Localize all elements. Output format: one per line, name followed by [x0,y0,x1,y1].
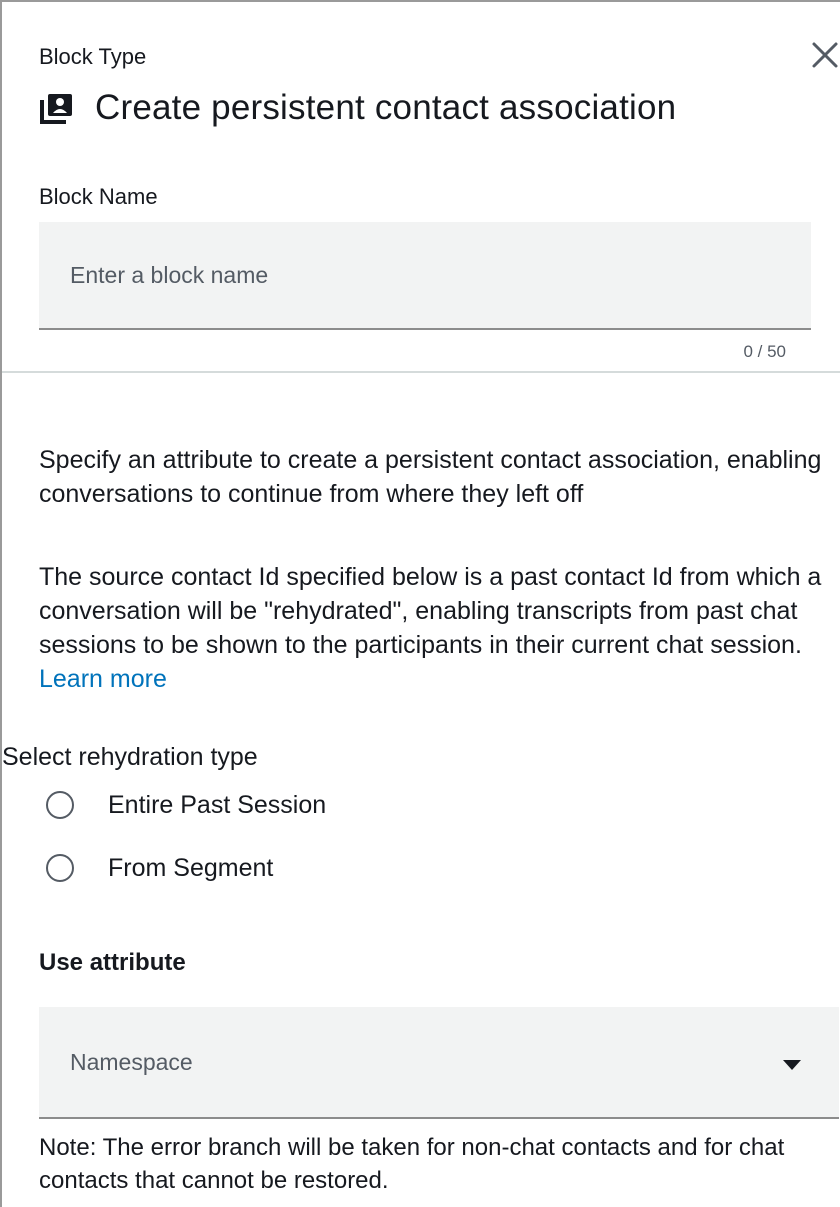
radio-from-segment[interactable]: From Segment [46,851,273,885]
char-count: 0 / 50 [743,342,786,361]
block-type-label: Block Type [39,44,147,69]
contact-card-icon [39,90,75,126]
caret-down-icon [783,1058,801,1076]
namespace-dropdown[interactable]: Namespace [39,1007,839,1119]
rehydration-type-label: Select rehydration type [2,743,258,771]
learn-more-link[interactable]: Learn more [39,665,167,693]
radio-label: Entire Past Session [108,790,327,819]
close-icon[interactable] [808,38,840,72]
rehydration-info-paragraph: The source contact Id specified below is… [39,560,839,696]
radio-entire-past-session[interactable]: Entire Past Session [46,788,326,822]
block-config-panel: Block Type Create persistent contact ass… [0,0,840,1207]
radio-label: From Segment [108,853,274,882]
section-divider [2,371,840,373]
block-title-row: Create persistent contact association [39,86,676,130]
use-attribute-label: Use attribute [39,949,186,976]
description-paragraph: Specify an attribute to create a persist… [39,446,822,508]
block-name-input[interactable] [39,222,811,330]
rehydration-info-text: The source contact Id specified below is… [39,563,822,659]
block-title: Create persistent contact association [95,88,677,127]
error-branch-note: Note: The error branch will be taken for… [39,1134,785,1194]
namespace-value: Namespace [70,1048,193,1075]
block-name-label: Block Name [39,184,158,209]
close-button[interactable] [808,38,840,72]
radio-button[interactable] [46,791,74,819]
radio-button[interactable] [46,854,74,882]
